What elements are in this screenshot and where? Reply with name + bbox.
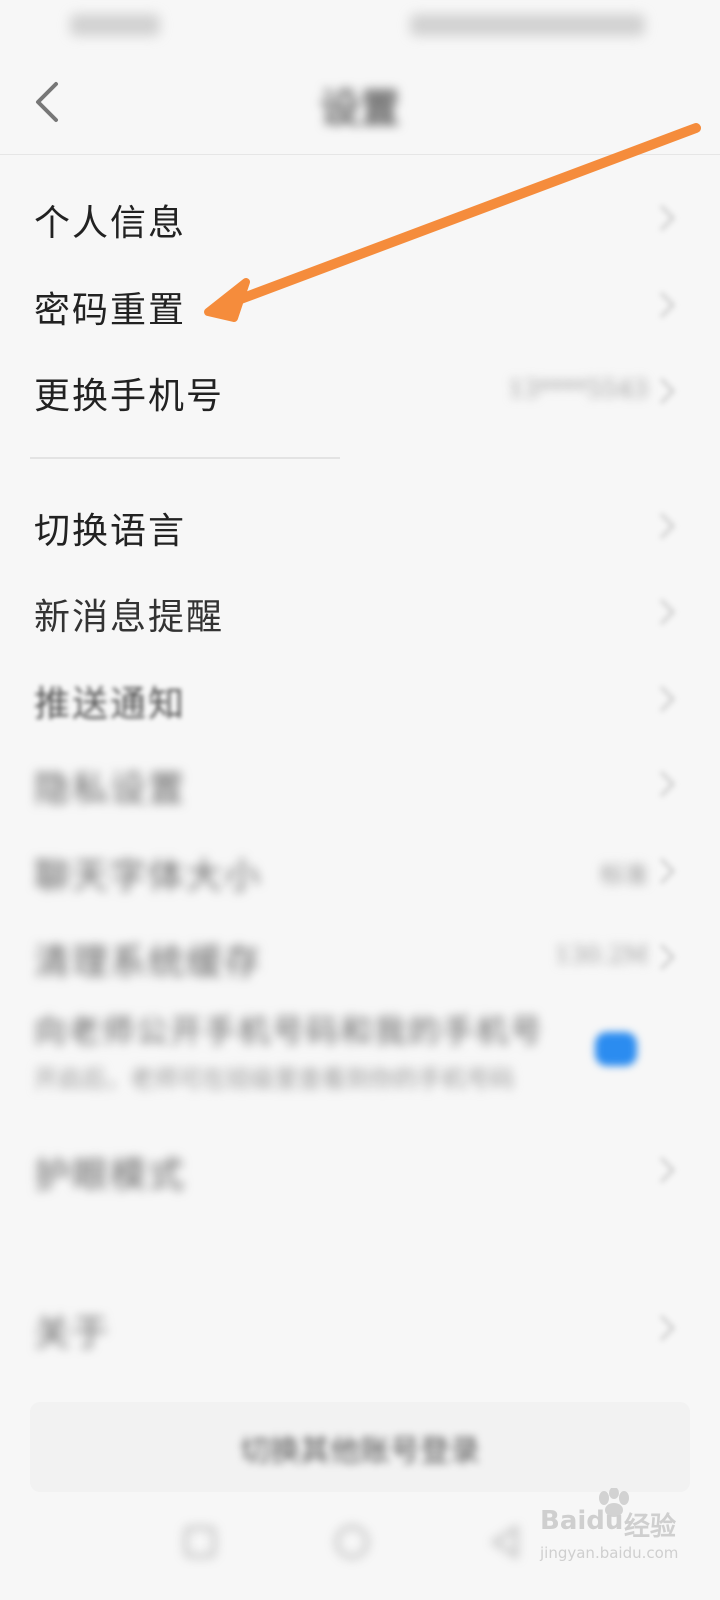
watermark-product: 经验 — [624, 1512, 677, 1542]
baidu-jingyan-watermark: Baidu 经验 jingyan.baidu.com — [540, 1488, 710, 1568]
watermark-brand: Baidu — [540, 1506, 624, 1536]
annotation-arrow-icon — [204, 123, 701, 322]
watermark-url: jingyan.baidu.com — [540, 1544, 679, 1562]
